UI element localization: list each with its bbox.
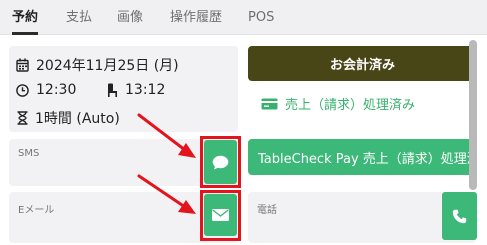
arrow-icon [137, 174, 196, 214]
annotation-arrows [137, 113, 196, 214]
arrow-icon [137, 113, 196, 158]
